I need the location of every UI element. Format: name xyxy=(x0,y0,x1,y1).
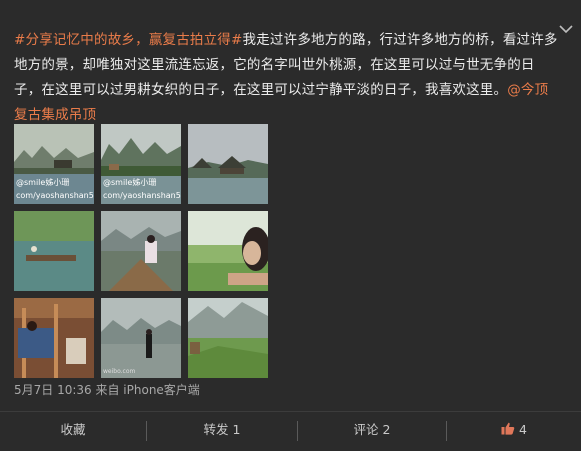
photo-thumbnail[interactable] xyxy=(14,298,94,378)
photo-thumbnail[interactable]: weibo.com xyxy=(101,298,181,378)
watermark-weibo: @smile姊小珊 xyxy=(103,178,157,187)
post-text: #分享记忆中的故乡，赢复古拍立得#我走过许多地方的路，行过许多地方的桥，看过许多… xyxy=(14,28,564,128)
photo-thumbnail[interactable] xyxy=(101,211,181,291)
mention-link-cont[interactable]: 复古集成吊顶 xyxy=(14,107,96,123)
like-button[interactable]: 4 xyxy=(447,412,581,448)
photo-thumbnail[interactable] xyxy=(188,298,268,378)
comment-button[interactable]: 评论 2 xyxy=(298,412,446,448)
repost-button[interactable]: 转发 1 xyxy=(147,412,297,448)
thumbs-up-icon xyxy=(501,413,515,449)
photo-thumbnail[interactable] xyxy=(188,124,268,204)
watermark-weibo: @smile姊小珊 xyxy=(16,178,70,187)
photo-thumbnail[interactable]: @smile姊小珊 com/yaoshanshan5 xyxy=(101,124,181,204)
watermark-url: com/yaoshanshan5 xyxy=(103,191,181,200)
like-count: 4 xyxy=(519,422,527,437)
mention-link[interactable]: @今顶 xyxy=(507,82,548,98)
post-text-line1: 我走过许多地方的路，行过许多地方的桥，看过许多 xyxy=(242,32,558,48)
photo-grid: @smile姊小珊 com/yaoshanshan5 @smile姊小珊 com… xyxy=(14,124,268,378)
watermark-url: com/yaoshanshan5 xyxy=(16,191,94,200)
weibo-post: #分享记忆中的故乡，赢复古拍立得#我走过许多地方的路，行过许多地方的桥，看过许多… xyxy=(0,0,581,451)
photo-thumbnail[interactable]: @smile姊小珊 com/yaoshanshan5 xyxy=(14,124,94,204)
post-text-line3: 子，在这里可以过男耕女织的日子，在这里可以过宁静平淡的日子，我喜欢这里。 xyxy=(14,82,508,98)
photo-thumbnail[interactable] xyxy=(188,211,268,291)
post-text-line2: 地方的景，却唯独对这里流连忘返，它的名字叫世外桃源，在这里可以过与世无争的日 xyxy=(14,57,535,73)
post-meta: 5月7日 10:36 来自 iPhone客户端 xyxy=(14,383,200,397)
watermark-url: weibo.com xyxy=(103,368,136,375)
collect-button[interactable]: 收藏 xyxy=(0,412,146,448)
photo-thumbnail[interactable] xyxy=(14,211,94,291)
action-bar: 收藏 转发 1 评论 2 4 xyxy=(0,411,581,448)
topic-link[interactable]: #分享记忆中的故乡，赢复古拍立得# xyxy=(14,32,243,48)
